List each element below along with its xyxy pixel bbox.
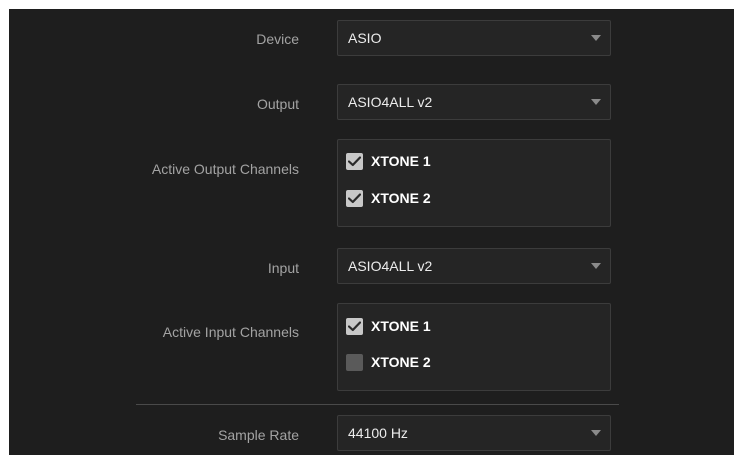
sample-rate-label: Sample Rate xyxy=(218,427,299,443)
chevron-down-icon xyxy=(591,430,601,436)
input-value: ASIO4ALL v2 xyxy=(348,258,433,274)
chevron-down-icon xyxy=(591,99,601,105)
checkmark-icon xyxy=(348,321,361,332)
checkmark-icon xyxy=(348,156,361,167)
input-channel-2-checkbox[interactable] xyxy=(346,354,363,371)
input-channel-1-label: XTONE 1 xyxy=(371,318,431,334)
output-channel-2-checkbox[interactable] xyxy=(346,190,363,207)
output-channel-1-label: XTONE 1 xyxy=(371,153,431,169)
chevron-down-icon xyxy=(591,35,601,41)
device-label: Device xyxy=(256,31,299,47)
output-channel-2-label: XTONE 2 xyxy=(371,190,431,206)
input-dropdown[interactable]: ASIO4ALL v2 xyxy=(337,248,611,284)
sample-rate-dropdown[interactable]: 44100 Hz xyxy=(337,415,611,451)
active-output-channels-list: XTONE 1 XTONE 2 xyxy=(337,139,611,227)
output-value: ASIO4ALL v2 xyxy=(348,94,433,110)
checkmark-icon xyxy=(348,193,361,204)
active-output-channels-label: Active Output Channels xyxy=(151,161,299,177)
output-channel-1-checkbox[interactable] xyxy=(346,153,363,170)
section-divider xyxy=(136,404,619,405)
input-channel-2-label: XTONE 2 xyxy=(371,354,431,370)
input-channel-1-checkbox[interactable] xyxy=(346,318,363,335)
output-label: Output xyxy=(256,96,299,112)
chevron-down-icon xyxy=(591,263,601,269)
active-input-channels-label: Active Input Channels xyxy=(162,324,299,340)
active-input-channels-list: XTONE 1 XTONE 2 xyxy=(337,303,611,391)
device-value: ASIO xyxy=(348,30,382,46)
sample-rate-value: 44100 Hz xyxy=(348,425,408,441)
device-dropdown[interactable]: ASIO xyxy=(337,20,611,56)
output-dropdown[interactable]: ASIO4ALL v2 xyxy=(337,84,611,120)
input-label: Input xyxy=(267,260,299,276)
